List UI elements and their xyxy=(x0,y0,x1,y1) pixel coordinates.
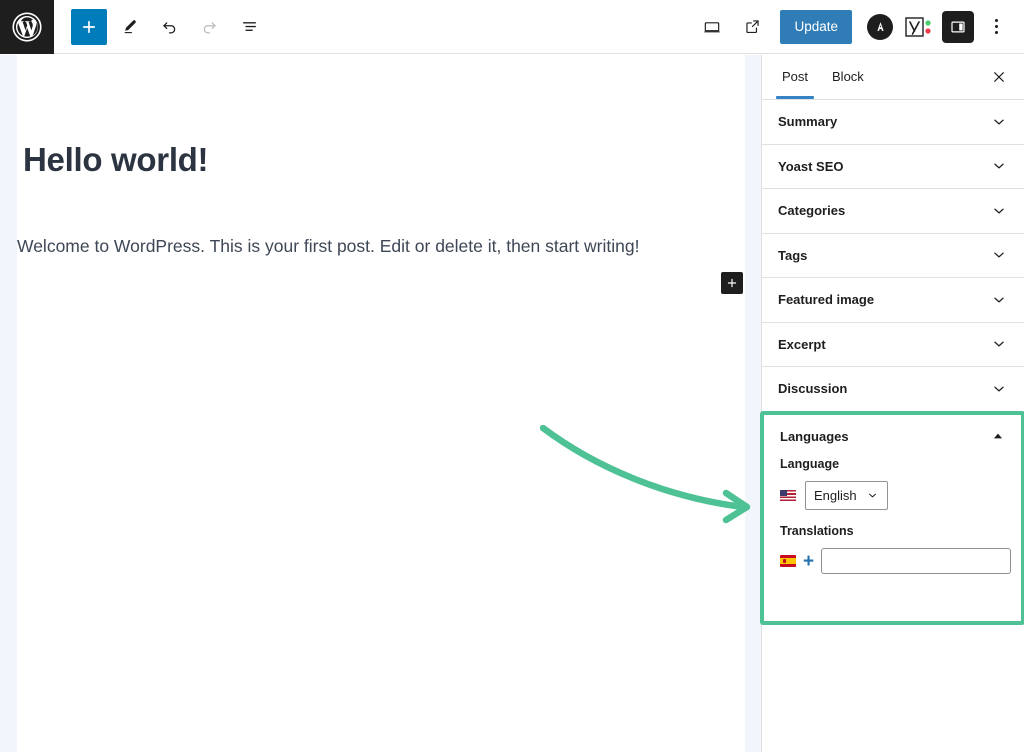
yoast-seo-icon[interactable] xyxy=(902,9,938,45)
chevron-up-icon xyxy=(991,429,1005,443)
header-right-tools: Update xyxy=(694,9,1024,45)
wordpress-logo-icon[interactable] xyxy=(0,0,54,54)
post-title[interactable]: Hello world! xyxy=(23,141,209,179)
tab-post[interactable]: Post xyxy=(770,55,820,99)
update-button[interactable]: Update xyxy=(780,9,852,44)
flag-es-icon xyxy=(780,555,796,567)
language-select-value: English xyxy=(814,488,857,503)
flag-us-icon xyxy=(780,489,796,502)
language-field-label: Language xyxy=(780,457,840,471)
plus-icon xyxy=(727,278,737,288)
panel-label: Categories xyxy=(778,203,846,219)
chevron-down-icon xyxy=(990,380,1008,398)
settings-sidebar-toggle[interactable] xyxy=(942,10,974,43)
chevron-down-icon xyxy=(990,113,1008,131)
chevron-down-icon xyxy=(990,291,1008,309)
post-settings-sidebar: Post Block Summary Yoast SEO Categories … xyxy=(760,55,1024,752)
sidebar-panel-featured-image[interactable]: Featured image xyxy=(762,278,1024,323)
tools-edit-button[interactable] xyxy=(111,9,147,45)
post-editor-canvas[interactable]: Hello world! Welcome to WordPress. This … xyxy=(17,55,745,752)
wordpress-block-editor: Update Hello world! Welcome to WordPress… xyxy=(0,0,1024,752)
language-selector-row: English xyxy=(780,481,1005,510)
chevron-down-icon xyxy=(990,202,1008,220)
akismet-icon[interactable] xyxy=(862,9,898,45)
options-menu-button[interactable] xyxy=(978,9,1014,45)
translations-field-label: Translations xyxy=(780,524,854,538)
chevron-down-icon xyxy=(990,335,1008,353)
sidebar-panel-excerpt[interactable]: Excerpt xyxy=(762,322,1024,367)
sidebar-panel-tags[interactable]: Tags xyxy=(762,233,1024,278)
external-link-icon[interactable] xyxy=(734,9,770,45)
redo-button[interactable] xyxy=(191,9,227,45)
tab-block[interactable]: Block xyxy=(820,55,876,99)
panel-label: Featured image xyxy=(778,292,875,308)
close-x-icon xyxy=(994,72,1004,82)
undo-button[interactable] xyxy=(151,9,187,45)
sidebar-tablist: Post Block xyxy=(762,55,1024,100)
close-sidebar-button[interactable] xyxy=(982,60,1016,94)
chevron-down-icon xyxy=(990,246,1008,264)
panel-label: Discussion xyxy=(778,381,848,397)
desktop-icon[interactable] xyxy=(694,9,730,45)
sidebar-panel-categories[interactable]: Categories xyxy=(762,189,1024,234)
translation-search-input[interactable] xyxy=(821,548,1012,574)
header-left-tools xyxy=(54,8,267,45)
panel-label: Tags xyxy=(778,247,808,263)
post-paragraph-block[interactable]: Welcome to WordPress. This is your first… xyxy=(17,232,639,260)
panel-label: Excerpt xyxy=(778,336,826,352)
panel-label: Summary xyxy=(778,114,838,130)
sidebar-panel-summary[interactable]: Summary xyxy=(762,100,1024,145)
block-inserter-button[interactable] xyxy=(71,8,107,45)
sidebar-panel-yoast-seo[interactable]: Yoast SEO xyxy=(762,144,1024,189)
block-appender-button[interactable] xyxy=(721,272,743,294)
translation-row: + xyxy=(780,548,1012,574)
language-select[interactable]: English xyxy=(805,481,888,510)
add-translation-button[interactable]: + xyxy=(803,552,814,571)
chevron-down-icon xyxy=(990,157,1008,175)
panel-label: Yoast SEO xyxy=(778,158,844,174)
vertical-dots-icon xyxy=(994,19,998,34)
panel-label: Languages xyxy=(780,428,849,444)
languages-panel-header[interactable]: Languages xyxy=(764,415,1021,457)
languages-panel-body: Language English Translations + xyxy=(764,457,1021,588)
editor-header-toolbar: Update xyxy=(0,0,1024,54)
sidebar-panel-discussion[interactable]: Discussion xyxy=(762,367,1024,412)
editor-body: Hello world! Welcome to WordPress. This … xyxy=(0,55,1024,752)
chevron-down-icon xyxy=(868,493,876,498)
document-overview-button[interactable] xyxy=(231,9,267,45)
sidebar-panel-languages-highlighted: Languages Language English Translations … xyxy=(760,411,1024,625)
